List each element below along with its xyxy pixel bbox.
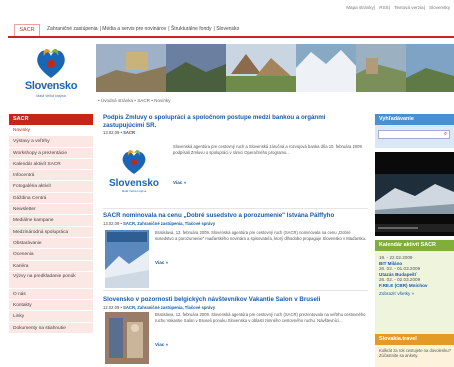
sidebar-item-media-campaigns[interactable]: Mediálne kampane: [9, 215, 93, 227]
svg-text:Malá Veľká krajina: Malá Veľká krajina: [122, 189, 147, 193]
calendar-event[interactable]: 26. 02. - 02.03.2009 F.RE.E (CBR) Mníchov: [375, 277, 454, 288]
event-name[interactable]: Utazás Budapešť: [379, 272, 417, 277]
article-category[interactable]: SACR, Zahraničné zastúpenia, Tlačové spr…: [123, 305, 215, 310]
tab-foreign-offices[interactable]: Zahraničné zastúpenia: [47, 26, 98, 32]
article-title[interactable]: SACR nominovala na cenu „Dobré susedstvo…: [103, 212, 368, 220]
top-links: Mapa stránky| RSS| Textová verzia| Slove…: [346, 5, 450, 10]
logo-text: Slovensko: [24, 80, 78, 92]
site-logo[interactable]: Slovensko Malá Veľká krajina: [10, 42, 92, 102]
tab-sacr[interactable]: SACR: [14, 24, 40, 36]
sidebar-item-procurement[interactable]: Obstarávanie: [9, 237, 93, 250]
article-date: 13.02.09: [103, 130, 120, 135]
calendar-event[interactable]: 26. 02. - 01.03.2009 Utazás Budapešť: [375, 266, 454, 277]
tab-structural-funds[interactable]: Štrukturálne fondy: [171, 26, 212, 32]
sidebar-item-calendar[interactable]: Kalendár aktivít SACR: [9, 158, 93, 171]
sidebar-item-calls[interactable]: Výzvy na predkladanie ponúk: [9, 271, 93, 289]
svg-text:Slovensko: Slovensko: [109, 178, 159, 189]
article-image[interactable]: Slovensko Malá Veľká krajina: [105, 144, 163, 194]
video-player[interactable]: [375, 152, 454, 236]
slovakia-travel-box: Slovakia.travel Kolkrát za rok cestujete…: [375, 334, 454, 367]
news-article: SACR nominovala na cenu „Dobré susedstvo…: [103, 212, 368, 292]
calendar-event[interactable]: 19. - 22.02.2009 BIT Miláno: [375, 255, 454, 266]
event-name[interactable]: BIT Miláno: [379, 261, 402, 266]
travel-heading[interactable]: Slovakia.travel: [375, 334, 454, 345]
article-meta: 13.02.09 • SACR, Zahraničné zastúpenia, …: [103, 220, 216, 226]
sidebar-item-news[interactable]: Novinky: [9, 125, 93, 137]
event-date: 26. 02. - 01.03.2009: [379, 266, 421, 272]
search-icon[interactable]: ⌕: [441, 130, 450, 139]
search-box: Vyhľadávanie ⌕: [375, 114, 454, 148]
sidebar-item-contacts[interactable]: Kontakty: [9, 300, 93, 312]
sidebar-item-about[interactable]: O nás: [9, 288, 93, 301]
event-name[interactable]: F.RE.E (CBR) Mníchov: [379, 283, 428, 288]
travel-teaser[interactable]: Kolkrát za rok cestujete na dovolenku? Z…: [375, 348, 454, 358]
sidebar-item-exhibitions[interactable]: Výstavy a veľtrhy: [9, 136, 93, 148]
article-divider: [103, 290, 368, 291]
search-input[interactable]: [378, 130, 450, 139]
calendar-box: Kalendár aktivít SACR 19. - 22.02.2009 BI…: [375, 240, 454, 335]
sidebar-item-centers[interactable]: Dáždina Centrá: [9, 192, 93, 205]
calendar-all-link[interactable]: Zobraziť všetky »: [375, 291, 454, 296]
read-more-link[interactable]: Viac »: [155, 260, 168, 265]
article-divider: [103, 208, 368, 209]
sidebar-item-downloads[interactable]: Dokumenty na stiahnutie: [9, 322, 93, 335]
article-image[interactable]: [105, 230, 149, 288]
article-summary: Bratislava, 12. februára 2009. Slovenská…: [155, 312, 366, 323]
article-title[interactable]: Podpis Zmluvy o spolupráci a spoločnom p…: [103, 114, 368, 129]
top-bar: Mapa stránky| RSS| Textová verzia| Slove…: [0, 0, 454, 22]
tab-media[interactable]: Média a servis pre novinárov: [102, 26, 166, 32]
article-category[interactable]: SACR: [123, 130, 135, 135]
search-heading: Vyhľadávanie: [375, 114, 454, 125]
news-article: Podpis Zmluvy o spolupráci a spoločnom p…: [103, 114, 368, 209]
article-summary: Bratislava, 13. februára 2009. Slovenská…: [155, 230, 367, 241]
sidebar-heading: SACR: [9, 114, 93, 125]
read-more-link[interactable]: Viac »: [173, 180, 186, 185]
sidebar: SACR Novinky Výstavy a veľtrhy Workshopy…: [9, 114, 93, 367]
article-image[interactable]: [105, 312, 149, 364]
sidebar-item-links[interactable]: Linky: [9, 311, 93, 323]
news-article: Slovensko v pozornosti belgických návšte…: [103, 296, 368, 366]
slovensko-logo-icon: Slovensko Malá Veľká krajina: [109, 150, 159, 193]
logo-heart-icon: [37, 49, 65, 78]
article-category[interactable]: SACR, Zahraničné zastúpenia, Tlačové spr…: [123, 221, 215, 226]
article-meta: 12.02.09 • SACR, Zahraničné zastúpenia, …: [103, 304, 216, 310]
sidebar-item-awards[interactable]: Ocenenia: [9, 249, 93, 261]
top-navigation: Zahraničné zastúpenia | Média a servis pr…: [47, 26, 240, 32]
article-summary: Slovenská agentúra pre cestovný ruch a S…: [173, 144, 362, 155]
article-title[interactable]: Slovensko v pozornosti belgických návšte…: [103, 296, 368, 304]
header-banner-image: [96, 44, 454, 92]
rss-link[interactable]: RSS: [379, 5, 388, 10]
sidebar-item-infocenters[interactable]: Infocentrá: [9, 170, 93, 182]
sidebar-item-photogallery[interactable]: Fotogaléria aktivít: [9, 181, 93, 193]
sidebar-item-workshops[interactable]: Workshopy a prezentácie: [9, 147, 93, 159]
calendar-heading[interactable]: Kalendár aktivít SACR: [375, 240, 454, 251]
article-date: 12.02.09: [103, 304, 120, 310]
sidebar-item-cooperation[interactable]: Medzinárodná spolupráca: [9, 226, 93, 238]
logo-subtitle: Malá Veľká krajina: [36, 94, 66, 98]
language-link[interactable]: Slovensky: [429, 5, 450, 10]
sidebar-item-newsletter[interactable]: Newsletter: [9, 204, 93, 216]
text-version-link[interactable]: Textová verzia: [394, 5, 423, 10]
event-date: 26. 02. - 02.03.2009: [379, 277, 421, 283]
breadcrumb[interactable]: • Úvodná stránka • SACR • Novinky: [98, 98, 170, 103]
article-meta: 13.02.09 • SACR: [103, 130, 135, 135]
event-date: 19. - 22.02.2009: [379, 255, 413, 260]
article-date: 13.02.09: [103, 220, 120, 226]
header-divider: [8, 36, 454, 38]
sidebar-item-career[interactable]: Kariéra: [9, 260, 93, 272]
sitemap-link[interactable]: Mapa stránky: [346, 5, 374, 10]
tab-slovakia[interactable]: Slovensko: [216, 26, 239, 32]
read-more-link[interactable]: Viac »: [155, 342, 168, 347]
